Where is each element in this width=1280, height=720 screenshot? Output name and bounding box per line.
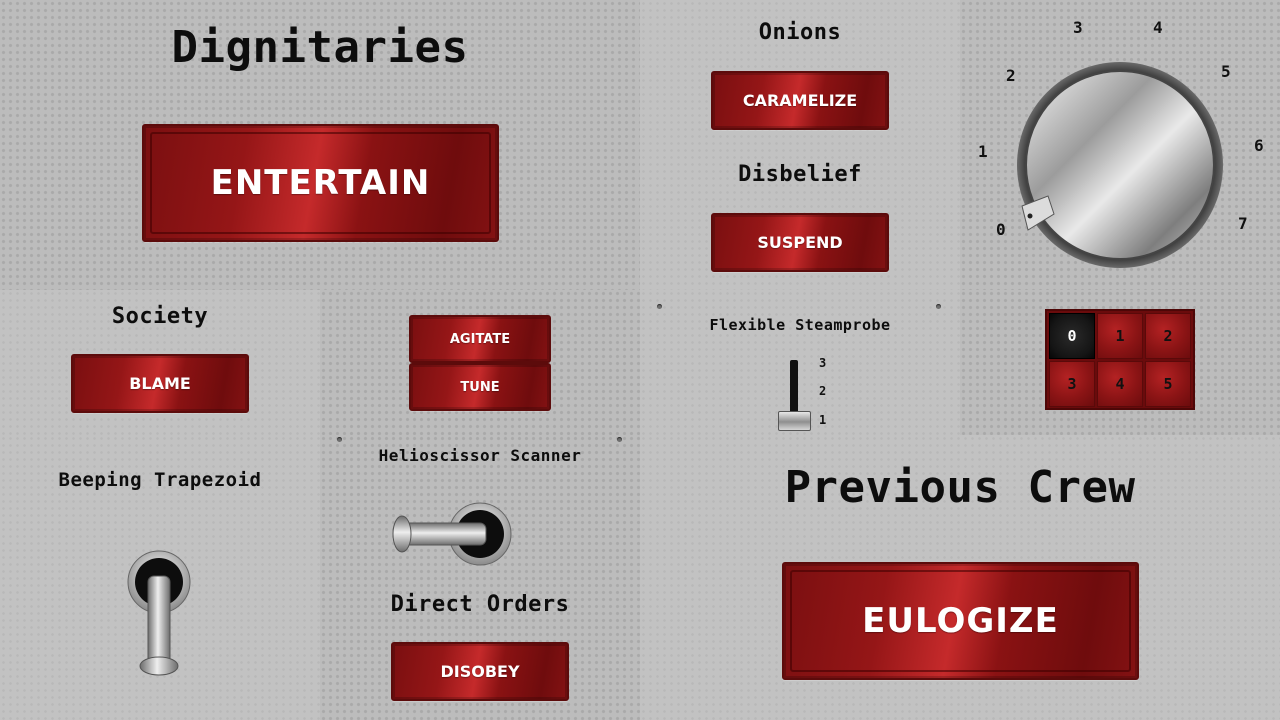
blame-button[interactable]: BLAME — [71, 354, 249, 413]
previous-crew-title: Previous Crew — [784, 462, 1136, 513]
steamprobe-slider-handle[interactable] — [778, 411, 811, 431]
scanner-toggle-switch[interactable] — [392, 497, 532, 577]
panel-agitate-tune: AGITATE TUNE — [320, 290, 640, 435]
disobey-button[interactable]: DISOBEY — [391, 642, 569, 701]
panel-dial: 0 1 2 3 4 5 6 7 — [960, 0, 1280, 290]
scanner-title: Helioscissor Scanner — [378, 446, 582, 465]
keypad-key-3[interactable]: 3 — [1049, 361, 1095, 407]
rivet — [337, 437, 342, 442]
panel-dignitaries: Dignitaries ENTERTAIN — [0, 0, 640, 290]
panel-onions-disbelief: Onions CARAMELIZE Disbelief SUSPEND — [640, 0, 960, 290]
trapezoid-title: Beeping Trapezoid — [58, 469, 262, 491]
disbelief-title: Disbelief — [738, 162, 862, 187]
keypad-key-5[interactable]: 5 — [1145, 361, 1191, 407]
panel-trapezoid: Beeping Trapezoid — [0, 435, 320, 720]
dignitaries-title: Dignitaries — [171, 22, 469, 73]
entertain-button[interactable]: ENTERTAIN — [142, 124, 499, 242]
rotary-dial-knob[interactable] — [960, 0, 1280, 290]
direct-orders-title: Direct Orders — [390, 592, 570, 617]
tune-button[interactable]: TUNE — [409, 363, 551, 411]
panel-steamprobe: Flexible Steamprobe 3 2 1 — [640, 290, 960, 435]
panel-scanner-orders: Helioscissor Scanner Direct Orders DISOB… — [320, 435, 640, 720]
panel-society: Society BLAME — [0, 290, 320, 435]
onions-title: Onions — [758, 20, 842, 45]
panel-previous-crew: Previous Crew EULOGIZE — [640, 435, 1280, 720]
caramelize-button[interactable]: CARAMELIZE — [711, 71, 889, 130]
steamprobe-level-3: 3 — [819, 356, 827, 370]
rivet — [617, 437, 622, 442]
rivet — [657, 304, 662, 309]
trapezoid-toggle-switch[interactable] — [120, 550, 200, 690]
panel-keypad: 0 1 2 3 4 5 — [960, 290, 1280, 435]
rivet — [936, 304, 941, 309]
agitate-button[interactable]: AGITATE — [409, 315, 551, 363]
suspend-button[interactable]: SUSPEND — [711, 213, 889, 272]
eulogize-button[interactable]: EULOGIZE — [782, 562, 1139, 680]
keypad-key-2[interactable]: 2 — [1145, 313, 1191, 359]
keypad-key-0[interactable]: 0 — [1049, 313, 1095, 359]
steamprobe-level-1: 1 — [819, 413, 827, 427]
society-title: Society — [111, 304, 209, 329]
keypad-key-1[interactable]: 1 — [1097, 313, 1143, 359]
keypad-grid: 0 1 2 3 4 5 — [1045, 309, 1195, 410]
steamprobe-level-2: 2 — [819, 384, 827, 398]
keypad-key-4[interactable]: 4 — [1097, 361, 1143, 407]
steamprobe-title: Flexible Steamprobe — [709, 316, 891, 334]
